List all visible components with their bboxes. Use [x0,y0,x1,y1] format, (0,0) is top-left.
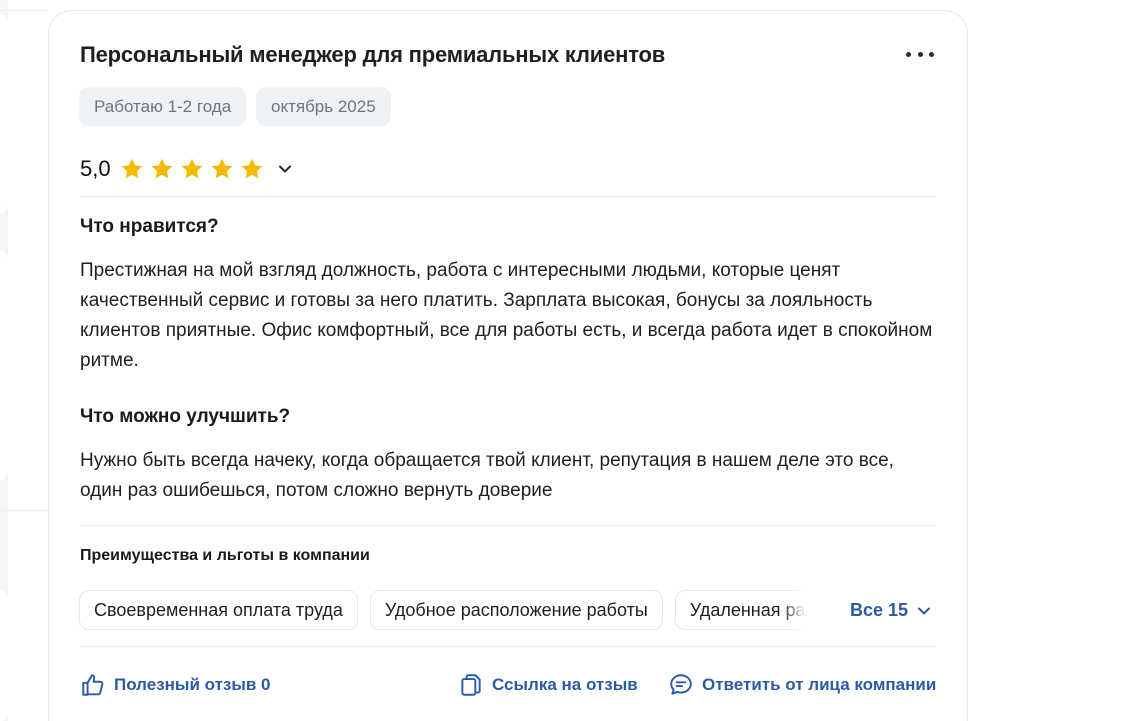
more-options-button[interactable] [906,44,934,64]
review-link-label: Ссылка на отзыв [492,675,638,694]
benefit-chip[interactable]: Своевременная оплата труда [79,590,358,630]
all-benefits-button[interactable]: Все 15 [850,600,932,621]
star-icon [211,158,232,179]
divider-line [0,10,48,11]
side-card [0,250,8,480]
rating-value: 5,0 [80,156,111,181]
divider-line [80,525,936,526]
useful-review-label: Полезный отзыв 0 [114,675,271,694]
page-left-strip [0,0,8,721]
side-card [0,14,8,214]
more-dots-icon [929,51,934,57]
more-dots-icon [906,51,911,57]
benefits-heading: Преимущества и льготы в компании [80,547,370,564]
side-card [0,590,8,721]
benefit-chip[interactable]: Удобное расположение работы [369,590,663,630]
benefits-chip-list: Своевременная оплата труда Удобное распо… [79,590,806,630]
tenure-tag: Работаю 1-2 года [79,87,247,126]
more-dots-icon [917,51,923,57]
copy-link-icon [461,674,481,696]
likes-text: Престижная на мой взгляд должность, рабо… [80,260,933,371]
chevron-down-icon[interactable] [275,159,295,179]
chevron-down-icon [918,607,931,614]
useful-review-button[interactable]: Полезный отзыв 0 [80,672,271,698]
date-tag: октябрь 2025 [256,87,391,126]
review-title: Персональный менеджер для премиальных кл… [80,42,666,67]
likes-heading: Что нравится? [80,216,219,237]
star-icon [151,158,172,179]
star-icon [241,158,262,179]
divider-line [80,196,936,197]
all-benefits-label: Все 15 [850,600,909,620]
improve-text: Нужно быть всегда начеку, когда обращает… [80,450,894,501]
reply-as-company-button[interactable]: Ответить от лица компании [668,672,936,698]
divider-line [80,646,936,647]
thumbs-up-icon [82,674,104,696]
review-link-button[interactable]: Ссылка на отзыв [458,672,638,698]
chat-icon [670,674,692,695]
divider-line [0,510,48,511]
rating-block: 5,0 [80,154,295,184]
star-icon [181,158,202,179]
star-icon [121,158,142,179]
improve-heading: Что можно улучшить? [80,406,291,427]
chips-fade [782,590,806,630]
reply-as-company-label: Ответить от лица компании [702,675,937,694]
